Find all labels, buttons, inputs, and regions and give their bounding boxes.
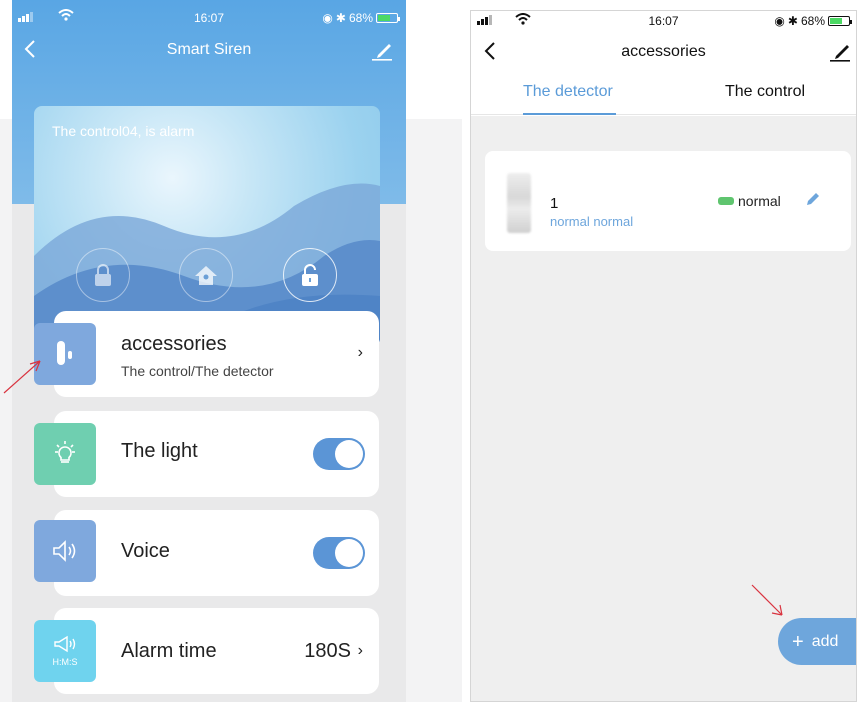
voice-toggle[interactable] (313, 537, 365, 569)
lock-icon (95, 264, 111, 286)
active-tab-indicator (523, 113, 616, 115)
hills-illustration (34, 183, 380, 346)
battery-icon (828, 16, 852, 26)
light-toggle[interactable] (313, 438, 365, 470)
light-icon-tile (34, 423, 96, 485)
page: 16:07 ◉ ✱ 68% Smart Siren The control04,… (0, 0, 857, 702)
alarm-clock-icon: ◉ (322, 11, 333, 25)
alarm-time-icon-tile: H:M:S (34, 620, 96, 682)
tab-detector[interactable]: The detector (523, 83, 613, 101)
voice-row: Voice (34, 510, 379, 596)
toggle-knob (335, 539, 363, 567)
chevron-right-icon: › (357, 642, 363, 659)
status-right: ◉ ✱ 68% (322, 11, 400, 25)
detector-sub: normal normal (550, 214, 634, 229)
bluetooth-icon: ✱ (787, 14, 798, 28)
plus-icon: + (792, 630, 804, 653)
alarm-clock-icon: ◉ (774, 14, 785, 28)
alarm-message: The control04, is alarm (52, 123, 195, 139)
status-bar: 16:07 ◉ ✱ 68% (471, 11, 856, 35)
accessories-sub: The control/The detector (121, 363, 274, 379)
light-row: The light (34, 411, 379, 497)
detector-thumbnail (507, 173, 531, 233)
battery-icon (376, 13, 400, 23)
status-right: ◉ ✱ 68% (774, 14, 852, 28)
nav-bar: Smart Siren (12, 36, 406, 64)
light-label: The light (121, 440, 198, 462)
battery-percent: 68% (348, 11, 373, 25)
page-title: Smart Siren (166, 41, 252, 58)
detector-list: 1 normal normal normal (471, 116, 856, 701)
home-mode-button[interactable] (179, 248, 233, 302)
voice-icon-tile (34, 520, 96, 582)
nav-bar: accessories (471, 37, 856, 67)
detector-name: 1 (550, 195, 559, 212)
pencil-icon[interactable] (805, 191, 821, 207)
speaker-icon (53, 540, 76, 562)
alarm-time-row[interactable]: H:M:S Alarm time 180S › (34, 608, 379, 694)
detector-item[interactable]: 1 normal normal normal (485, 151, 851, 251)
accessories-screen: 16:07 ◉ ✱ 68% accessories The detector T… (470, 10, 857, 702)
annotation-arrow (751, 584, 783, 616)
home-icon (195, 266, 217, 285)
edit-icon[interactable] (370, 40, 394, 62)
annotation-arrow (3, 360, 41, 394)
bluetooth-icon: ✱ (335, 11, 346, 25)
door-sensor-icon (57, 341, 72, 365)
tab-bar: The detector The control (471, 75, 856, 115)
accessories-row[interactable]: accessories The control/The detector › (34, 311, 379, 397)
unlock-icon (302, 264, 318, 286)
battery-percent: 68% (800, 14, 825, 28)
megaphone-icon (54, 635, 76, 653)
page-title: accessories (621, 43, 706, 60)
hms-caption: H:M:S (52, 657, 78, 667)
disarm-button[interactable] (283, 248, 337, 302)
voice-label: Voice (121, 540, 170, 562)
toggle-knob (335, 440, 363, 468)
tab-control[interactable]: The control (725, 83, 805, 101)
status-bar: 16:07 ◉ ✱ 68% (12, 0, 406, 36)
alarm-status-card: The control04, is alarm (34, 106, 380, 346)
add-label: add (811, 632, 839, 650)
edit-icon[interactable] (828, 41, 852, 63)
chevron-right-icon: › (357, 344, 363, 361)
accessories-label: accessories (121, 333, 227, 355)
alarm-time-value: 180S (304, 640, 351, 662)
battery-status-icon (718, 197, 734, 205)
alarm-time-label: Alarm time (121, 640, 217, 662)
arm-button[interactable] (76, 248, 130, 302)
add-button[interactable]: + add (778, 618, 856, 665)
smart-siren-screen: 16:07 ◉ ✱ 68% Smart Siren The control04,… (12, 0, 406, 702)
bulb-icon (55, 441, 75, 463)
detector-status: normal (738, 193, 781, 209)
